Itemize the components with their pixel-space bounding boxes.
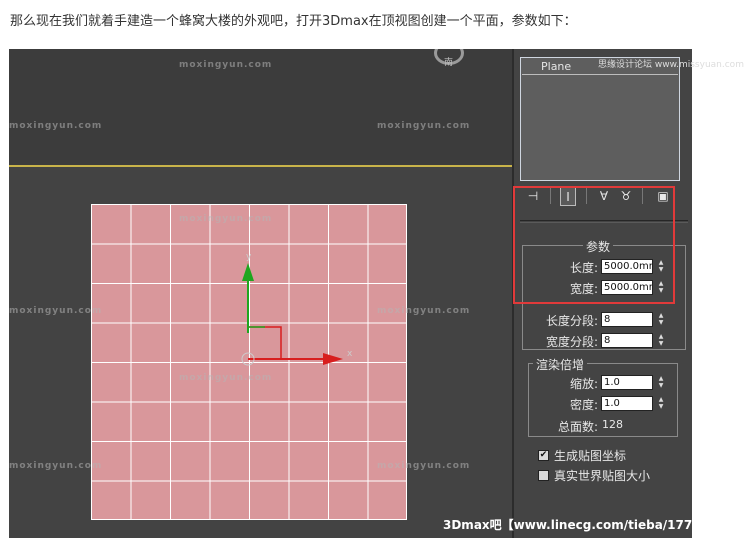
length-segs-spinner[interactable]: ▲ ▼ (656, 312, 666, 327)
gen-map-coords-label[interactable]: 生成贴图坐标 (554, 447, 626, 464)
width-segs-label: 宽度分段: (545, 335, 598, 349)
credit-text: 3Dmax吧【www.linecg.com/tieba/1771】 (443, 518, 713, 532)
density-label: 密度: (569, 398, 598, 412)
watermark-top: 思缘设计论坛 www.missyuan.com (598, 60, 744, 70)
length-segs-label: 长度分段: (545, 314, 598, 328)
gizmo-y-arrow-icon[interactable] (242, 263, 254, 281)
real-world-map-size-checkbox[interactable] (538, 470, 549, 481)
transform-gizmo[interactable]: y x (229, 249, 369, 389)
gizmo-y-label: y (246, 252, 252, 262)
modifier-stack-item[interactable]: Plane (541, 60, 571, 73)
annotation-highlight-box (513, 186, 675, 304)
scale-input[interactable]: 1.0 (601, 375, 653, 390)
gizmo-plane-handle[interactable] (248, 326, 282, 359)
width-segs-spinner[interactable]: ▲ ▼ (656, 333, 666, 348)
gizmo-x-label: x (347, 349, 353, 359)
list-separator (522, 74, 678, 75)
watermark: moxingyun.com (179, 60, 273, 70)
watermark: moxingyun.com (9, 121, 103, 131)
width-segs-input[interactable]: 8 (601, 333, 653, 348)
watermark: moxingyun.com (377, 121, 471, 131)
density-spinner[interactable]: ▲ ▼ (656, 396, 666, 411)
scale-spinner[interactable]: ▲ ▼ (656, 375, 666, 390)
scale-label: 缩放: (569, 377, 598, 391)
length-segs-input[interactable]: 8 (601, 312, 653, 327)
watermark: moxingyun.com (377, 306, 471, 316)
render-multipliers-title: 渲染倍增 (533, 356, 588, 373)
watermark: moxingyun.com (377, 461, 471, 471)
watermark: moxingyun.com (179, 214, 273, 224)
total-faces-value: 128 (602, 418, 623, 431)
watermark: moxingyun.com (9, 461, 103, 471)
watermark: moxingyun.com (9, 306, 103, 316)
real-world-map-size-label[interactable]: 真实世界贴图大小 (554, 467, 650, 484)
gen-map-coords-checkbox[interactable]: ✔ (538, 450, 549, 461)
viewcube-label: 南 (444, 58, 454, 68)
density-input[interactable]: 1.0 (601, 396, 653, 411)
total-faces-label: 总面数: (557, 420, 598, 434)
modifier-stack-list[interactable]: Plane (520, 57, 680, 181)
gizmo-x-arrow-icon[interactable] (323, 353, 343, 365)
caption-text: 那么现在我们就着手建造一个蜂窝大楼的外观吧，打开3Dmax在顶视图创建一个平面，… (10, 14, 577, 29)
watermark: moxingyun.com (179, 373, 273, 383)
